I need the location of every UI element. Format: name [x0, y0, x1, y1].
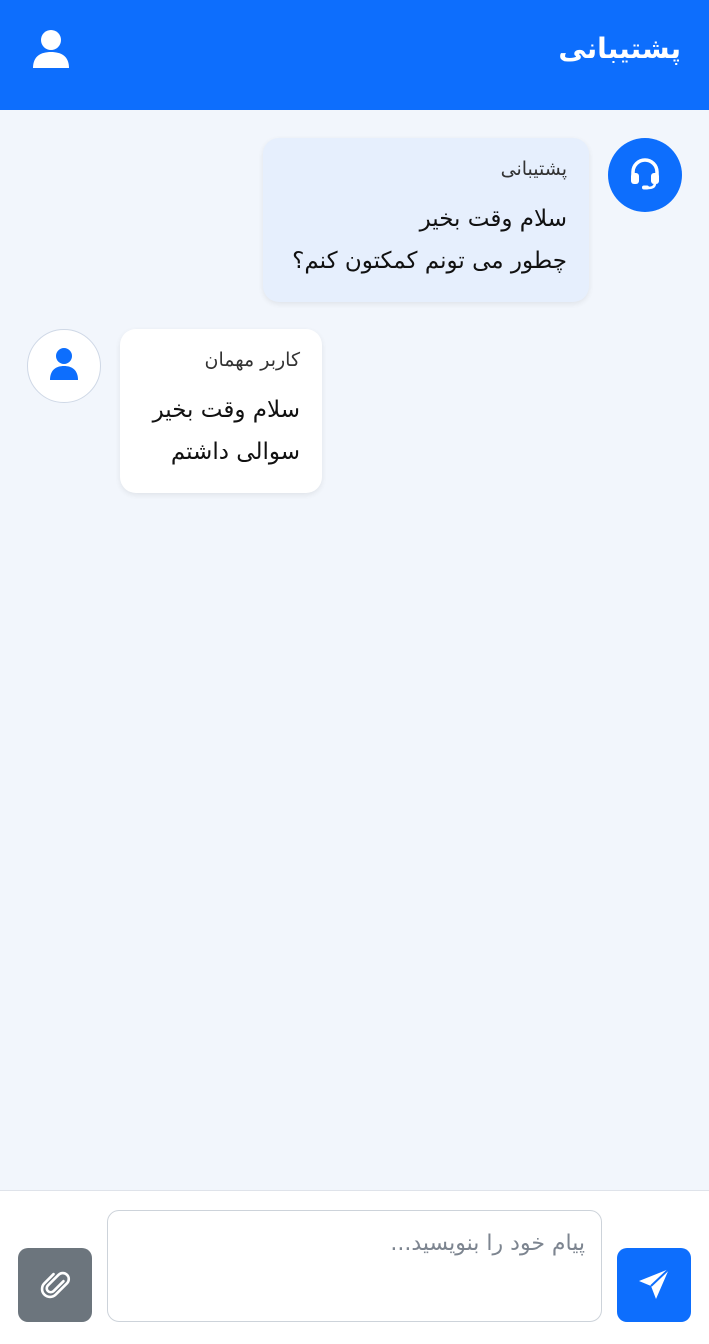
chat-area: پشتیبانی سلام وقت بخیر چطور می تونم کمکت… — [0, 110, 709, 1190]
send-button[interactable] — [617, 1248, 691, 1322]
message-composer — [0, 1190, 709, 1344]
message-text-line: سلام وقت بخیر — [419, 206, 567, 232]
message-sender: پشتیبانی — [500, 158, 567, 180]
send-icon — [636, 1266, 672, 1305]
headset-icon — [628, 156, 662, 194]
message-bubble-support: پشتیبانی سلام وقت بخیر چطور می تونم کمکت… — [263, 138, 589, 302]
app-header: پشتیبانی — [0, 0, 709, 110]
user-icon — [49, 347, 79, 385]
message-text-line: چطور می تونم کمکتون کنم؟ — [292, 248, 567, 274]
message-bubble-guest: کاربر مهمان سلام وقت بخیر سوالی داشتم — [120, 329, 322, 493]
message-text-line: سلام وقت بخیر — [152, 397, 300, 423]
attach-button[interactable] — [18, 1248, 92, 1322]
message-text-line: سوالی داشتم — [170, 439, 300, 465]
message-sender: کاربر مهمان — [204, 349, 300, 371]
message-input[interactable] — [107, 1210, 602, 1322]
guest-avatar — [27, 329, 101, 403]
paperclip-icon — [38, 1267, 72, 1304]
page-title: پشتیبانی — [558, 32, 681, 65]
user-icon[interactable] — [30, 28, 72, 70]
support-avatar — [608, 138, 682, 212]
